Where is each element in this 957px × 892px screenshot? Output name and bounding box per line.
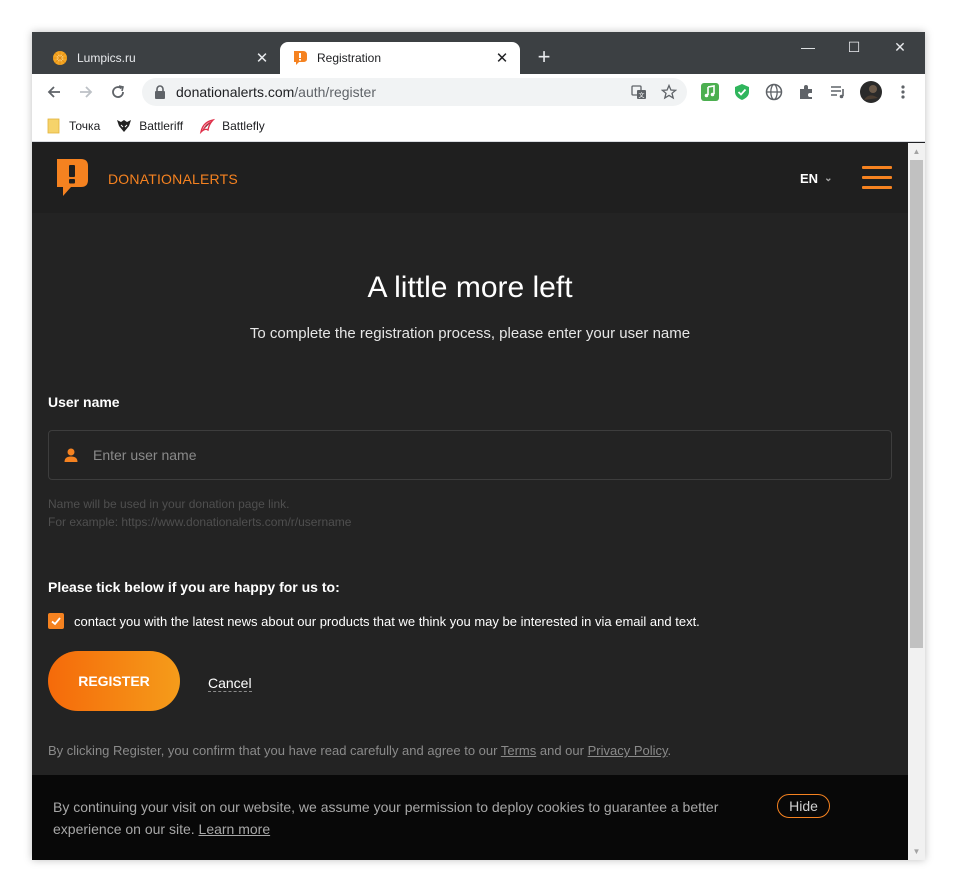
folder-icon (46, 118, 62, 134)
tab-title: Registration (317, 51, 382, 65)
terms-suffix: . (667, 743, 672, 758)
username-field[interactable] (48, 430, 892, 480)
checkmark-icon (51, 617, 61, 626)
lock-icon (155, 85, 165, 99)
music-extension-icon[interactable] (700, 82, 720, 102)
page-title: A little more left (367, 271, 573, 304)
new-tab-button[interactable]: + (532, 46, 556, 70)
translate-icon[interactable]: 文 (627, 80, 651, 104)
bookmark-battleriff[interactable]: Battleriff (116, 118, 183, 134)
donationalerts-favicon-icon (294, 51, 307, 65)
reload-button[interactable] (104, 78, 132, 106)
bookmark-star-icon[interactable] (657, 80, 681, 104)
page-subtitle: To complete the registration process, pl… (249, 325, 691, 342)
globe-extension-icon[interactable] (764, 82, 784, 102)
scroll-up-arrow-icon[interactable]: ▲ (908, 143, 925, 160)
consent-text: contact you with the latest news about o… (74, 613, 700, 629)
register-button[interactable]: REGISTER (48, 651, 180, 711)
url-domain: donationalerts.com (176, 84, 295, 100)
scrollbar-thumb[interactable] (910, 160, 923, 648)
bookmarks-bar: Точка Battleriff Battlefly (32, 110, 925, 142)
tab-title: Lumpics.ru (77, 51, 136, 65)
username-label: User name (48, 394, 120, 410)
back-arrow-icon (47, 86, 60, 98)
language-selector[interactable]: EN ⌄ (800, 171, 832, 186)
extensions-puzzle-icon[interactable] (796, 82, 816, 102)
cancel-link[interactable]: Cancel (208, 675, 252, 692)
bookmark-tochka[interactable]: Точка (46, 118, 100, 134)
browser-menu-icon[interactable] (893, 82, 913, 102)
tab-strip: Lumpics.ru ✕ Registration ✕ + — ☐ ✕ (32, 32, 925, 74)
username-hint-line1: Name will be used in your donation page … (48, 497, 290, 511)
lumpics-favicon-icon (53, 51, 67, 65)
browser-toolbar: donationalerts.com/auth/register 文 (32, 74, 925, 110)
privacy-policy-link[interactable]: Privacy Policy (588, 743, 668, 758)
bookmark-battlefly[interactable]: Battlefly (199, 118, 265, 134)
tab-close-icon[interactable]: ✕ (494, 50, 510, 67)
bookmark-label: Точка (69, 118, 101, 133)
back-button[interactable] (40, 78, 68, 106)
consent-row: contact you with the latest news about o… (48, 613, 700, 629)
cookie-message: By continuing your visit on our website,… (53, 796, 753, 840)
browser-window: Lumpics.ru ✕ Registration ✕ + — ☐ ✕ dona… (32, 32, 925, 860)
address-bar[interactable]: donationalerts.com/auth/register 文 (142, 78, 687, 106)
tab-close-icon[interactable]: ✕ (254, 50, 270, 67)
svg-text:文: 文 (638, 92, 644, 100)
consent-title: Please tick below if you are happy for u… (48, 579, 340, 595)
vertical-scrollbar[interactable]: ▲ ▼ (908, 143, 925, 860)
scroll-down-arrow-icon[interactable]: ▼ (908, 843, 925, 860)
maximize-button[interactable]: ☐ (831, 32, 877, 62)
close-window-button[interactable]: ✕ (877, 32, 923, 62)
minimize-button[interactable]: — (785, 32, 831, 62)
hamburger-menu-icon[interactable] (862, 166, 892, 190)
tab-registration[interactable]: Registration ✕ (280, 42, 520, 74)
forward-button[interactable] (72, 78, 100, 106)
reload-icon (112, 85, 124, 98)
cookie-text: By continuing your visit on our website,… (53, 799, 719, 837)
site-header: DONATIONALERTS EN ⌄ (32, 143, 908, 213)
shield-extension-icon[interactable] (732, 82, 752, 102)
terms-text: By clicking Register, you confirm that y… (48, 743, 671, 758)
terms-and: and our (539, 743, 584, 758)
terms-prefix: By clicking Register, you confirm that y… (48, 743, 498, 758)
username-input[interactable] (93, 447, 891, 463)
consent-checkbox[interactable] (48, 613, 64, 629)
battlefly-icon (199, 118, 216, 134)
chevron-down-icon: ⌄ (824, 173, 833, 184)
media-queue-icon[interactable] (828, 82, 848, 102)
bookmark-label: Battlefly (222, 118, 265, 133)
donationalerts-logo-icon[interactable] (54, 157, 90, 199)
language-label: EN (800, 171, 819, 186)
terms-link[interactable]: Terms (501, 743, 536, 758)
bookmark-label: Battleriff (139, 118, 184, 133)
forward-arrow-icon (80, 86, 93, 98)
brand-name[interactable]: DONATIONALERTS (108, 171, 238, 187)
profile-avatar[interactable] (859, 80, 883, 104)
hide-cookie-button[interactable]: Hide (777, 794, 830, 818)
url-text: donationalerts.com/auth/register (176, 84, 627, 100)
battleriff-icon (116, 118, 132, 134)
learn-more-link[interactable]: Learn more (199, 821, 271, 837)
url-path: /auth/register (294, 84, 377, 100)
username-hint-line2: For example: https://www.donationalerts.… (48, 515, 352, 529)
page-content: DONATIONALERTS EN ⌄ A little more left T… (32, 143, 908, 860)
tab-lumpics[interactable]: Lumpics.ru ✕ (40, 42, 280, 74)
cookie-banner: By continuing your visit on our website,… (32, 775, 908, 860)
user-icon (64, 448, 78, 462)
